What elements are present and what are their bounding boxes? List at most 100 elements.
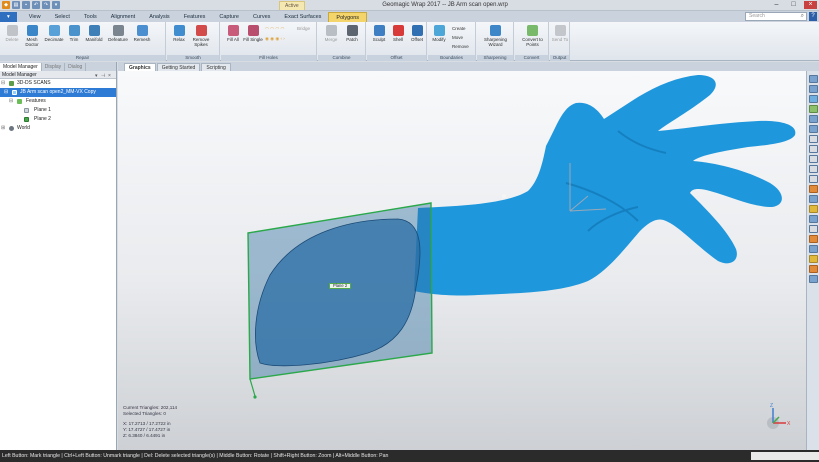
trim-button[interactable]: Trim	[64, 25, 84, 42]
sharpening-wizard-button[interactable]: Sharpening Wizard	[482, 25, 509, 47]
tab-display[interactable]: Display	[42, 63, 66, 71]
fill-all-button[interactable]: Fill All	[223, 25, 243, 42]
isometric-view-icon[interactable]	[809, 195, 818, 203]
tab-features[interactable]: Features	[177, 12, 213, 22]
file-menu-button[interactable]: ▾	[0, 12, 17, 22]
defeature-label: Defeature	[108, 37, 128, 42]
tab-dialog[interactable]: Dialog	[65, 63, 87, 71]
help-icon[interactable]: ?	[809, 12, 817, 21]
offset-button[interactable]: Offset	[407, 25, 427, 42]
delete-label: Delete	[5, 37, 19, 42]
tab-analysis[interactable]: Analysis	[142, 12, 176, 22]
defeature-button[interactable]: Defeature	[108, 25, 128, 42]
plane-handle-dot[interactable]	[253, 395, 257, 399]
plane-2[interactable]	[247, 202, 433, 399]
lighting-icon[interactable]	[809, 185, 818, 193]
bounding-box-icon[interactable]	[809, 245, 818, 253]
display-mode-icon[interactable]	[809, 105, 818, 113]
bottom-view-icon[interactable]	[809, 165, 818, 173]
color-map-icon[interactable]	[809, 235, 818, 243]
app-logo-icon[interactable]: ◆	[2, 1, 10, 9]
fill-single-button[interactable]: Fill Single	[243, 25, 263, 42]
redo-icon[interactable]: ↷	[42, 1, 50, 9]
plane-icon	[24, 108, 29, 113]
remove-button[interactable]: Remove	[452, 44, 469, 49]
tab-select[interactable]: Select	[48, 12, 77, 22]
open-icon[interactable]: ▤	[12, 1, 20, 9]
tree-item-world[interactable]: ⊞ World	[0, 124, 116, 133]
rotate-icon[interactable]	[809, 125, 818, 133]
left-view-icon[interactable]	[809, 175, 818, 183]
screenshot-icon[interactable]	[809, 265, 818, 273]
search-icon[interactable]: ⌕	[801, 13, 804, 20]
fill-hole-options[interactable]: ◉ ◉ ◉ ‹ ›	[265, 36, 285, 42]
remove-spikes-button[interactable]: Remove Spikes	[191, 25, 211, 47]
shell-button[interactable]: Shell	[388, 25, 408, 42]
patch-button[interactable]: Patch	[342, 25, 362, 42]
section-icon[interactable]	[809, 225, 818, 233]
tree-item-plane-2[interactable]: Plane 2	[0, 115, 116, 124]
graphics-viewport[interactable]: Z X Plane 2 Current Triangles: 202,114 S…	[118, 71, 806, 450]
tab-tools[interactable]: Tools	[77, 12, 104, 22]
texture-icon[interactable]	[809, 255, 818, 263]
hand-and-forearm[interactable]	[414, 75, 796, 296]
tree-item-features[interactable]: ⊟ Features	[0, 97, 116, 106]
back-view-icon[interactable]	[809, 145, 818, 153]
pan-icon[interactable]	[809, 115, 818, 123]
tab-capture[interactable]: Capture	[212, 12, 246, 22]
sculpt-button[interactable]: Sculpt	[369, 25, 389, 42]
front-view-icon[interactable]	[809, 135, 818, 143]
tab-getting-started[interactable]: Getting Started	[156, 63, 201, 71]
view-cube-icon[interactable]	[809, 75, 818, 83]
more-icon[interactable]: ▾	[52, 1, 60, 9]
settings-icon[interactable]	[809, 275, 818, 283]
search-input[interactable]: Search ⌕	[745, 12, 807, 21]
top-view-icon[interactable]	[809, 155, 818, 163]
manifold-button[interactable]: Manifold	[84, 25, 104, 42]
arm-mesh[interactable]	[414, 75, 796, 296]
create-button[interactable]: Create	[452, 26, 466, 31]
modify-button[interactable]: Modify	[429, 25, 449, 42]
tab-view[interactable]: View	[22, 12, 48, 22]
save-icon[interactable]: ▪	[22, 1, 30, 9]
tab-polygons[interactable]: Polygons	[328, 12, 368, 22]
merge-button[interactable]: Merge	[321, 25, 341, 42]
tab-graphics[interactable]: Graphics	[124, 63, 156, 71]
relax-button[interactable]: Relax	[169, 25, 189, 42]
sharpening-wizard-icon	[490, 25, 501, 36]
collapse-icon[interactable]: ⊟	[1, 79, 5, 88]
tree-item-scan-model[interactable]: ⊟ JB Arm scan open2_MM-VX Copy	[0, 88, 116, 97]
tree-item-plane-1[interactable]: Plane 1	[0, 106, 116, 115]
tab-model-manager[interactable]: Model Manager	[0, 63, 42, 71]
mesh-doctor-button[interactable]: Mesh Doctor	[22, 25, 42, 47]
decimate-button[interactable]: Decimate	[44, 25, 64, 42]
collapse-icon[interactable]: ⊟	[4, 88, 8, 97]
minimize-icon[interactable]: –	[770, 1, 783, 9]
close-icon[interactable]: ×	[804, 1, 817, 9]
remesh-button[interactable]: Remesh	[132, 25, 152, 42]
plane-normal-handle[interactable]	[249, 378, 256, 397]
wireframe-icon[interactable]	[809, 215, 818, 223]
status-bar: Left Button: Mark triangle | Ctrl+Left B…	[0, 450, 819, 462]
convert-to-points-button[interactable]: Convert to Points	[520, 25, 545, 47]
send-to-button[interactable]: Send To	[550, 25, 570, 42]
zoom-icon[interactable]	[809, 95, 818, 103]
tab-exact-surfaces[interactable]: Exact Surfaces	[277, 12, 328, 22]
tab-curves[interactable]: Curves	[246, 12, 277, 22]
fill-hole-tools[interactable]: ◠ ◠ ◠ ◠	[265, 26, 284, 32]
move-button[interactable]: Move	[452, 35, 463, 40]
bridge-label[interactable]: Bridge	[297, 26, 310, 31]
fit-view-icon[interactable]	[809, 85, 818, 93]
delete-button[interactable]: Delete	[2, 25, 22, 42]
scene-canvas[interactable]: Z X	[118, 71, 806, 450]
tree-item-root[interactable]: ⊟ 3D-DS SCANS	[0, 79, 116, 88]
tab-scripting[interactable]: Scripting	[201, 63, 231, 71]
collapse-icon[interactable]: ⊟	[9, 97, 13, 106]
tab-alignment[interactable]: Alignment	[104, 12, 142, 22]
expand-icon[interactable]: ⊞	[1, 124, 5, 133]
plane-label-tag[interactable]: Plane 2	[329, 283, 352, 289]
undo-icon[interactable]: ↶	[32, 1, 40, 9]
shading-icon[interactable]	[809, 205, 818, 213]
maximize-icon[interactable]: □	[787, 1, 800, 9]
shell-label: Shell	[392, 37, 403, 42]
